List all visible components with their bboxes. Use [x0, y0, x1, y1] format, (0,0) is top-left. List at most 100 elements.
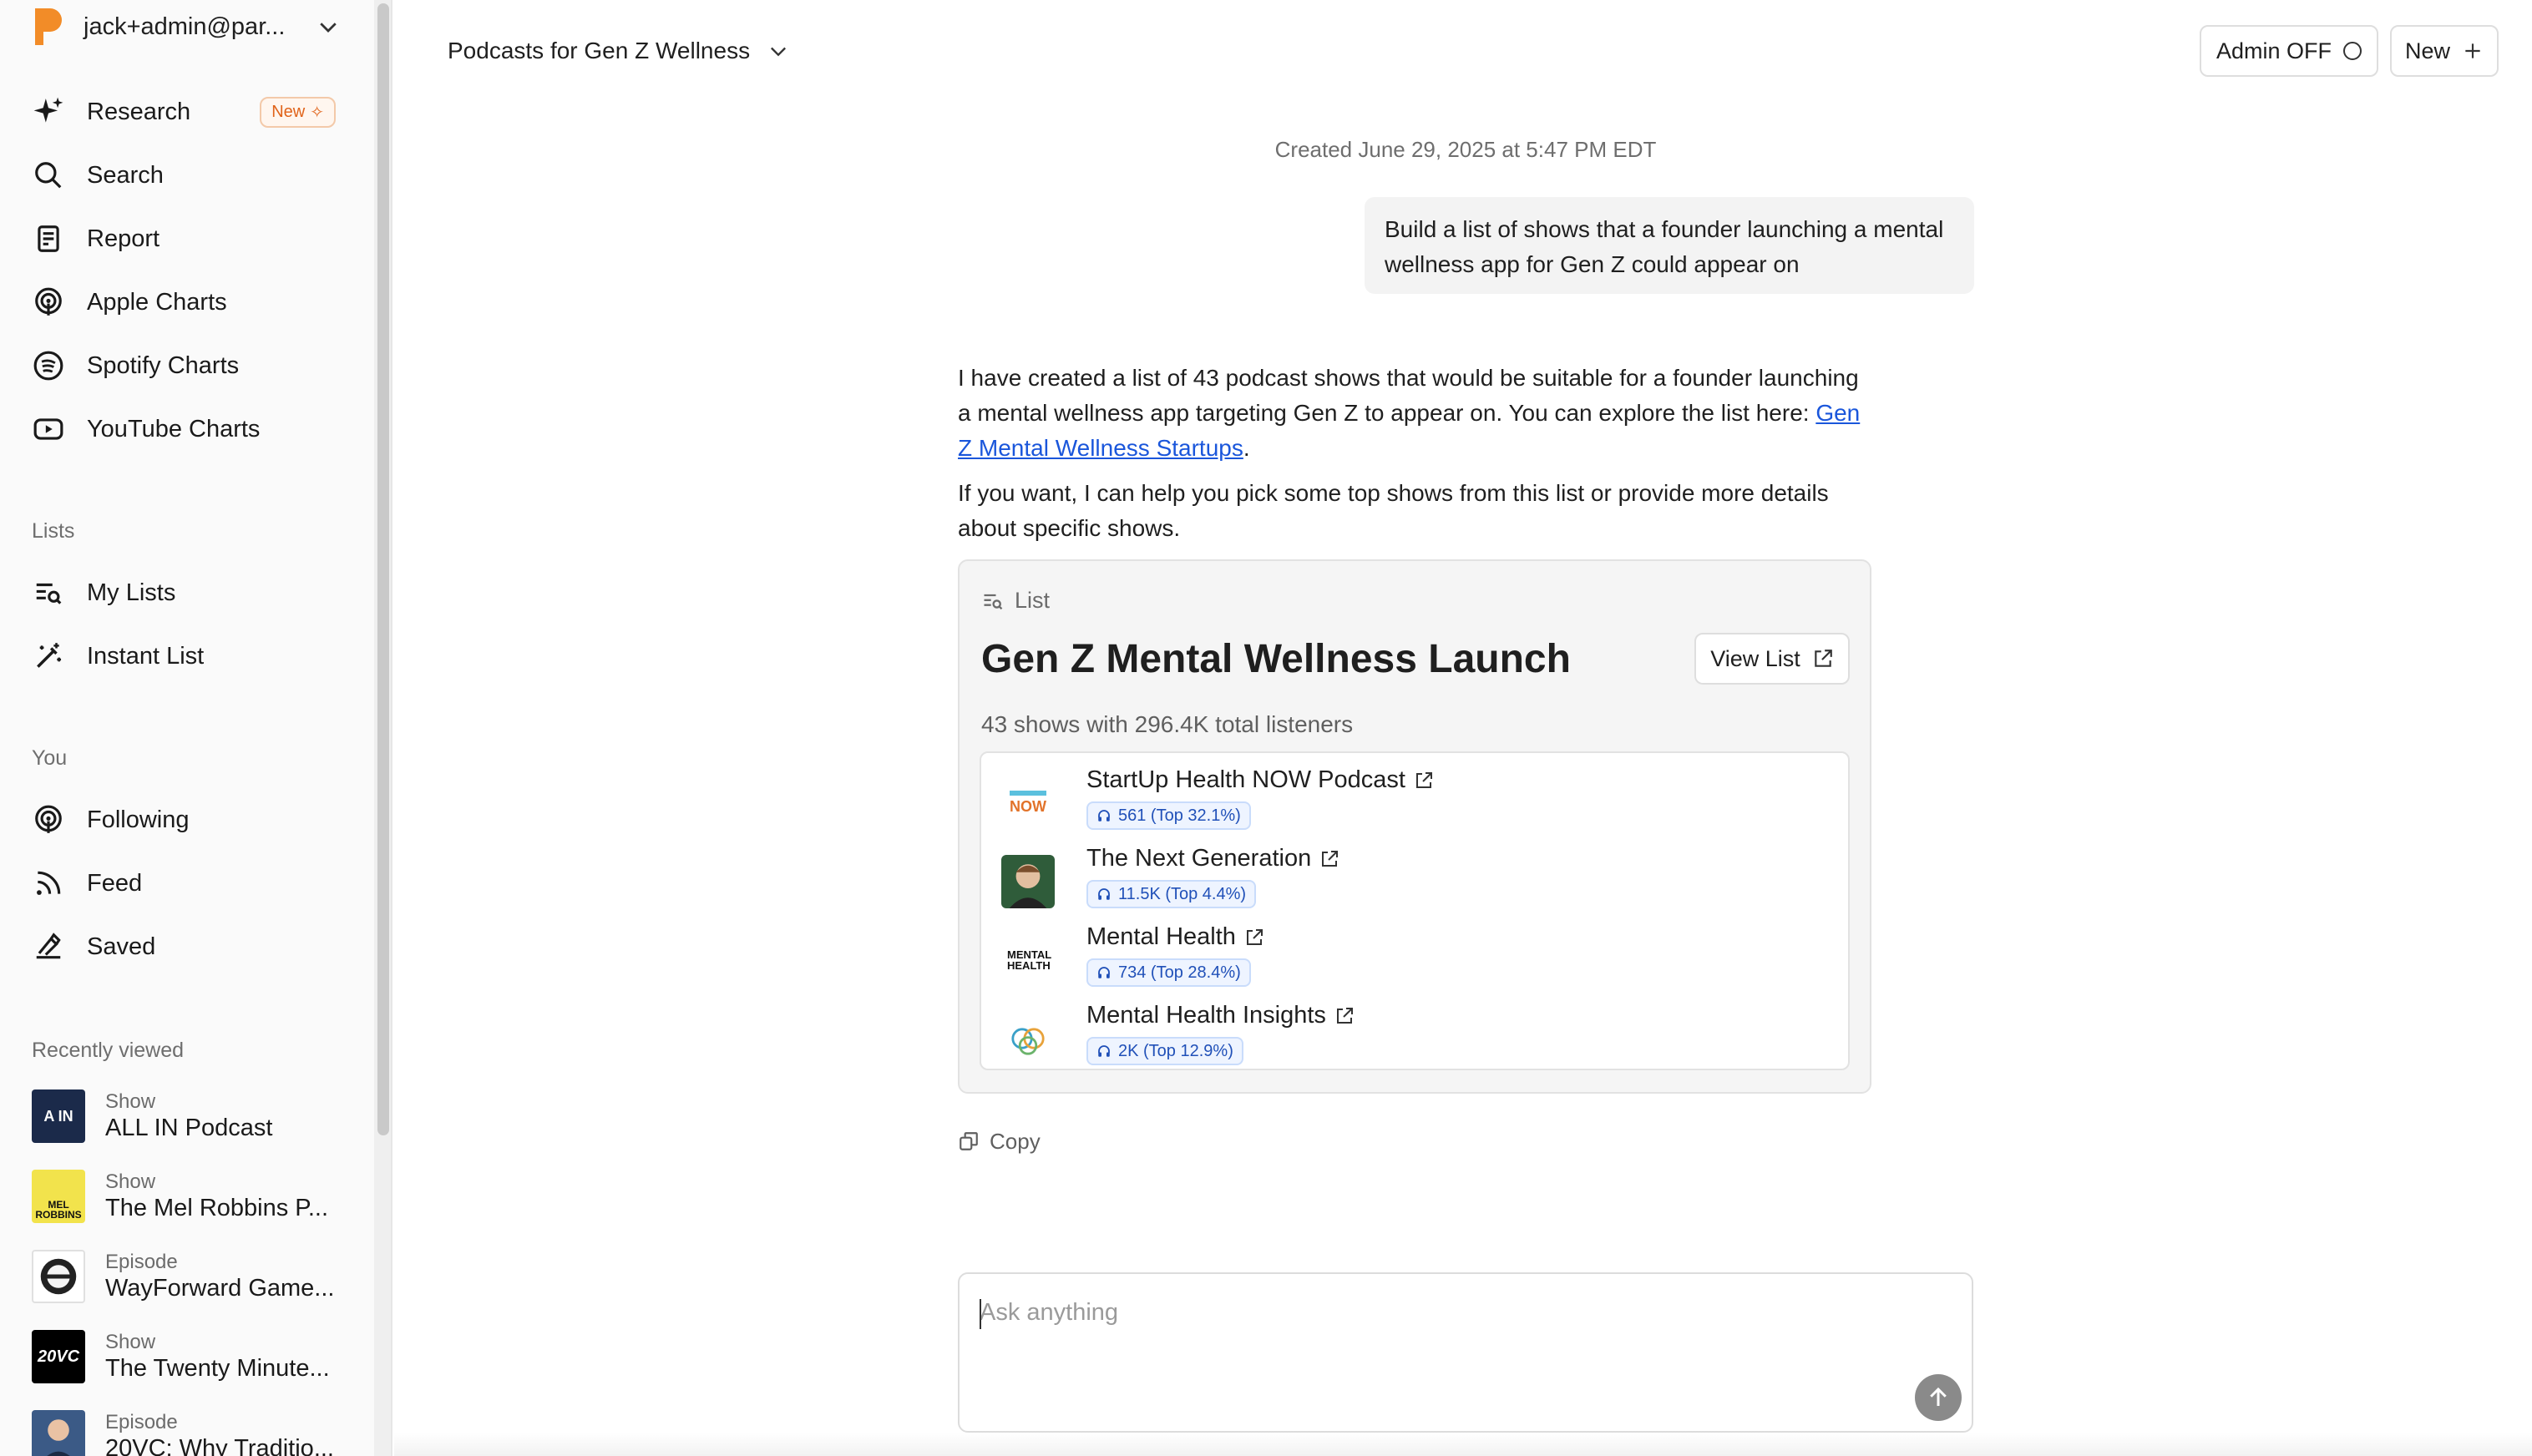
recent-item-all-in[interactable]: A IN Show ALL IN Podcast — [32, 1087, 349, 1145]
new-badge: New ✧ — [260, 96, 336, 128]
new-chat-button[interactable]: New — [2390, 25, 2499, 77]
nav-feed[interactable]: Feed — [32, 860, 341, 907]
nav-report[interactable]: Report — [32, 215, 341, 262]
listener-stat-badge: 2K (Top 12.9%) — [1086, 1037, 1243, 1065]
chat-title-text: Podcasts for Gen Z Wellness — [448, 38, 751, 63]
arrow-up-icon — [1930, 1387, 1947, 1406]
show-row[interactable]: MENTAL HEALTH Mental Health 734 (Top 28.… — [1001, 923, 1836, 993]
external-link-icon — [1246, 928, 1263, 945]
show-title-text: The Next Generation — [1086, 845, 1312, 872]
plus-icon — [2465, 43, 2480, 58]
created-timestamp: Created June 29, 2025 at 5:47 PM EDT — [1274, 137, 1657, 162]
show-title-text: Mental Health — [1086, 923, 1236, 950]
all-in-artwork: A IN — [32, 1089, 85, 1143]
nav-youtube-charts[interactable]: YouTube Charts — [32, 406, 341, 452]
show-title[interactable]: The Next Generation — [1086, 845, 1339, 872]
nav-instant-list-label: Instant List — [87, 642, 205, 670]
lists-section-label: Lists — [32, 519, 75, 543]
send-button[interactable] — [1915, 1374, 1962, 1421]
wayforward-artwork — [32, 1250, 85, 1303]
startup-health-artwork-text: NOW — [1010, 798, 1046, 815]
nav-my-lists[interactable]: My Lists — [32, 569, 341, 616]
new-badge-text: New — [271, 102, 306, 121]
account-switcher[interactable]: jack+admin@par... — [32, 5, 341, 48]
show-title[interactable]: Mental Health — [1086, 923, 1264, 951]
podcast-icon — [32, 286, 65, 319]
nav-search[interactable]: Search — [32, 152, 341, 199]
recent-item-type: Show — [105, 1331, 156, 1353]
nav-apple-charts-label: Apple Charts — [87, 288, 227, 316]
all-in-artwork-text: A IN — [43, 1107, 73, 1125]
recent-item-twenty-minute[interactable]: 20VC Show The Twenty Minute... — [32, 1327, 349, 1386]
podcast-icon — [32, 803, 65, 837]
view-list-button[interactable]: View List — [1694, 633, 1850, 685]
list-kind-label: List — [981, 588, 1050, 614]
chat-title-dropdown[interactable]: Podcasts for Gen Z Wellness — [448, 32, 790, 70]
external-link-icon — [1336, 1007, 1353, 1024]
assistant-message: I have created a list of 43 podcast show… — [958, 361, 1876, 556]
show-title-text: Mental Health Insights — [1086, 1002, 1326, 1029]
nav-report-label: Report — [87, 225, 160, 252]
nav-research[interactable]: Research New ✧ — [32, 88, 341, 135]
rings-logo-icon — [1011, 1028, 1045, 1055]
rss-icon — [32, 867, 65, 900]
spotify-icon — [32, 349, 65, 382]
show-row[interactable]: NOW StartUp Health NOW Podcast 561 (Top … — [1001, 766, 1836, 837]
list-search-icon — [32, 576, 65, 609]
person-portrait-icon — [1009, 864, 1047, 908]
chevron-down-icon — [320, 23, 337, 33]
recent-item-title: The Twenty Minute... — [105, 1355, 330, 1382]
admin-toggle-button[interactable]: Admin OFF — [2200, 25, 2378, 77]
show-row[interactable]: The Next Generation 11.5K (Top 4.4%) — [1001, 845, 1836, 915]
recent-item-wayforward[interactable]: Episode WayForward Game... — [32, 1247, 349, 1306]
list-name: Gen Z Mental Wellness Launch — [981, 637, 1571, 681]
mental-health-insights-artwork — [1001, 1012, 1055, 1065]
copy-label: Copy — [990, 1128, 1041, 1154]
recent-item-type: Episode — [105, 1411, 178, 1433]
magic-wand-icon — [32, 640, 65, 673]
ask-input[interactable] — [980, 1299, 1815, 1327]
copy-button[interactable]: Copy — [958, 1125, 1041, 1157]
sidebar-scrollbar[interactable] — [374, 0, 392, 1456]
listener-stat-badge: 11.5K (Top 4.4%) — [1086, 880, 1257, 908]
recent-section-label: Recently viewed — [32, 1039, 185, 1062]
report-icon — [32, 222, 65, 255]
user-message: Build a list of shows that a founder lau… — [1365, 197, 1974, 294]
recent-item-mel-robbins[interactable]: MEL ROBBINS Show The Mel Robbins P... — [32, 1167, 349, 1226]
nav-saved[interactable]: Saved — [32, 923, 341, 970]
external-link-icon — [1815, 650, 1832, 667]
chevron-down-icon — [771, 47, 787, 57]
nav-instant-list[interactable]: Instant List — [32, 633, 341, 680]
nav-following[interactable]: Following — [32, 796, 341, 843]
assistant-paragraph-1: I have created a list of 43 podcast show… — [958, 361, 1876, 466]
sidebar-scrollbar-thumb[interactable] — [377, 3, 389, 1135]
recent-item-title: WayForward Game... — [105, 1275, 335, 1302]
listener-stat-text: 11.5K (Top 4.4%) — [1118, 884, 1247, 903]
assistant-text-end: . — [1243, 435, 1250, 461]
copy-icon — [960, 1132, 978, 1150]
recent-item-20vc-episode[interactable]: Episode 20VC: Why Traditio... — [32, 1408, 349, 1456]
mel-robbins-artwork: MEL ROBBINS — [32, 1170, 85, 1223]
next-generation-artwork — [1001, 855, 1055, 908]
nav-spotify-charts[interactable]: Spotify Charts — [32, 342, 341, 389]
show-title[interactable]: Mental Health Insights — [1086, 1002, 1355, 1029]
startup-health-artwork: NOW — [1001, 776, 1055, 830]
youtube-icon — [32, 412, 65, 446]
sidebar: jack+admin@par... Research New ✧ Search R… — [0, 0, 374, 1456]
nav-search-label: Search — [87, 161, 164, 189]
listener-stat-text: 2K (Top 12.9%) — [1118, 1041, 1233, 1060]
recent-item-type: Show — [105, 1170, 156, 1193]
person-portrait-icon — [47, 1419, 70, 1456]
app-root: jack+admin@par... Research New ✧ Search R… — [0, 0, 2532, 1456]
nav-feed-label: Feed — [87, 869, 143, 897]
app-logo-icon — [35, 8, 62, 45]
account-email: jack+admin@par... — [84, 13, 286, 40]
show-title[interactable]: StartUp Health NOW Podcast — [1086, 766, 1434, 794]
headphones-icon — [1098, 1045, 1110, 1057]
view-list-label: View List — [1710, 645, 1800, 671]
circle-logo-icon — [40, 1258, 77, 1295]
nav-apple-charts[interactable]: Apple Charts — [32, 279, 341, 326]
list-search-icon — [984, 594, 1003, 609]
nav-following-label: Following — [87, 806, 190, 833]
show-row[interactable]: Mental Health Insights 2K (Top 12.9%) — [1001, 1002, 1836, 1069]
